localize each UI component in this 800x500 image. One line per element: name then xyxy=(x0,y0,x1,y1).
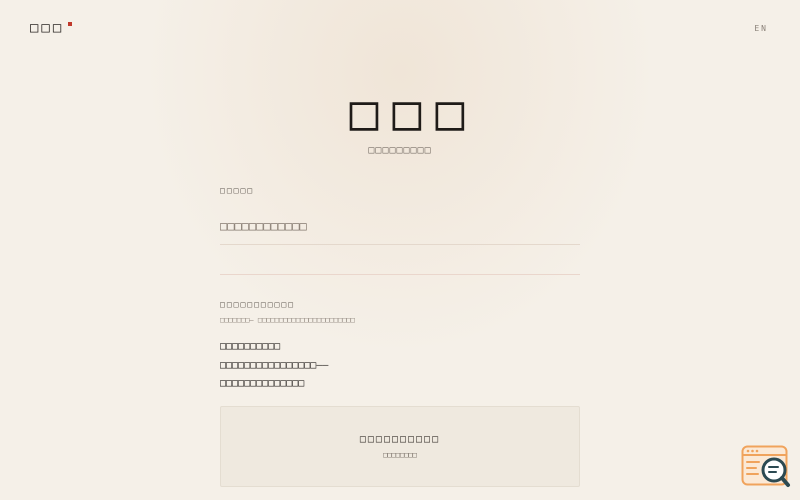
name-label: □□□□□ xyxy=(220,186,255,195)
message-form: □□□□□ □□□□□□□□□□□ □□□□□□□— □□□□□□□□□□□□□… xyxy=(220,186,580,487)
message-hint: □□□□□□□— □□□□□□□□□□□□□□□□□□□□□□□ xyxy=(220,316,355,324)
message-label: □□□□□□□□□□□ xyxy=(220,300,295,309)
page-subtitle: □□□□□□□□□ xyxy=(368,145,432,156)
section-divider xyxy=(220,274,580,275)
language-toggle[interactable]: EN xyxy=(754,24,768,33)
submit-label: □□□□□□□□□□ xyxy=(359,433,441,445)
message-line: □□□□□□□□□□□□□□ xyxy=(220,378,305,389)
logo-text: □□□ xyxy=(30,20,65,36)
site-logo[interactable]: □□□ xyxy=(30,20,73,36)
logo-accent-dot xyxy=(68,22,73,26)
submit-sublabel: □□□□□□□□ xyxy=(383,450,417,459)
message-text[interactable]: □□□□□□□□□□ □□□□□□□□□□□□□□□□—— □□□□□□□□□□… xyxy=(220,338,580,394)
search-document-icon[interactable] xyxy=(741,445,791,489)
page-title: □□□ xyxy=(349,85,479,141)
name-input[interactable] xyxy=(220,207,580,245)
submit-button[interactable]: □□□□□□□□□□ □□□□□□□□ xyxy=(220,405,580,487)
message-line: □□□□□□□□□□□□□□□□—— xyxy=(220,359,329,371)
message-line: □□□□□□□□□□ xyxy=(220,341,281,352)
